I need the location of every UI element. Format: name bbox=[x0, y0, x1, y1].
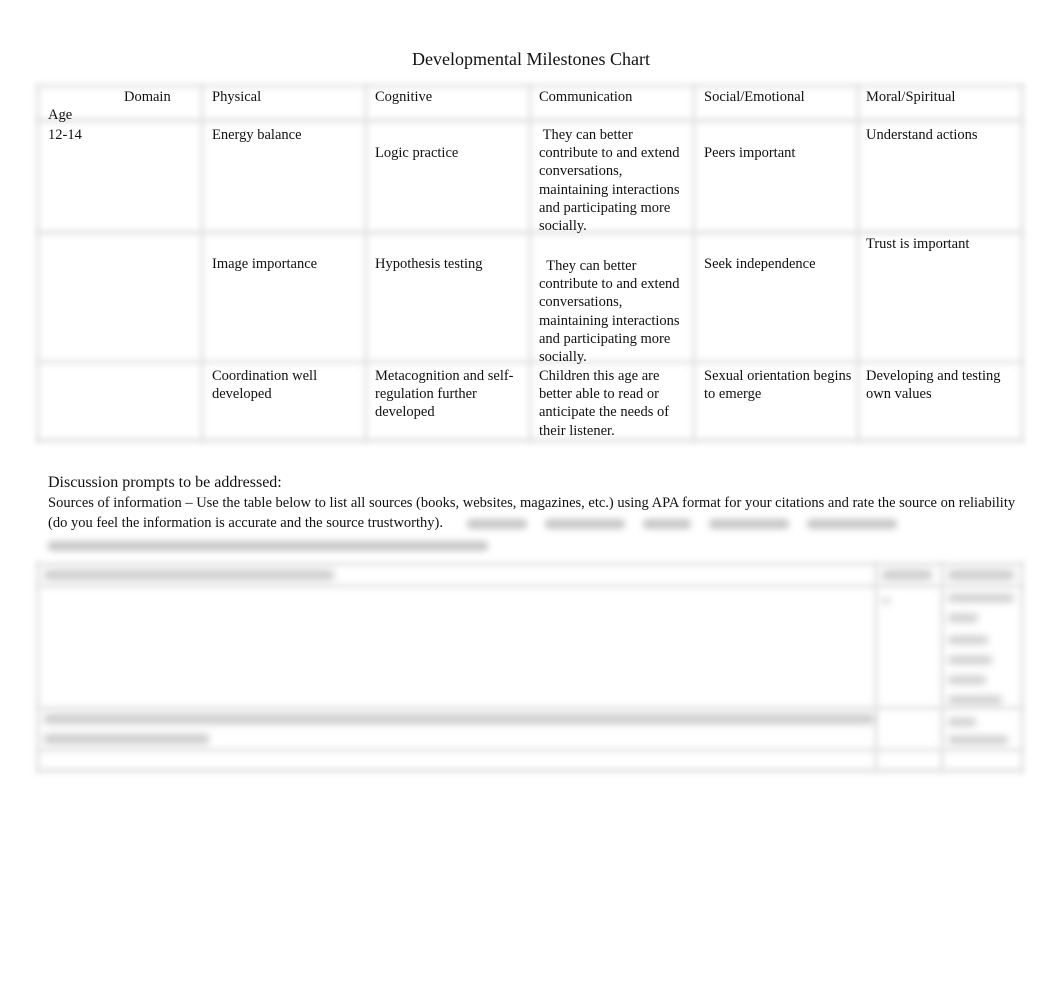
col-divider bbox=[692, 84, 696, 442]
blurred-notes-text bbox=[948, 656, 992, 664]
row3-cognitive: Metacognition and self-regulation furthe… bbox=[375, 368, 514, 421]
blurred-text bbox=[466, 518, 527, 529]
blurred-notes-text bbox=[948, 736, 1008, 744]
table-border-right bbox=[1020, 84, 1024, 442]
row2-cognitive: Hypothesis testing bbox=[375, 256, 483, 272]
blurred-notes-text bbox=[948, 696, 1002, 704]
discussion-heading: Discussion prompts to be addressed: bbox=[48, 474, 282, 491]
col-divider bbox=[364, 84, 368, 442]
table-border-left bbox=[36, 84, 40, 442]
header-age-label: Age bbox=[48, 107, 73, 123]
blurred-header-notes bbox=[948, 570, 1014, 580]
milestones-table: Domain Age Physical Cognitive Communicat… bbox=[36, 84, 1024, 444]
blurred-notes-text bbox=[948, 594, 1014, 602]
row3-communication: Children this age are better able to rea… bbox=[539, 368, 673, 439]
col-divider bbox=[528, 84, 532, 442]
blurred-rating-mark bbox=[882, 598, 890, 604]
blurred-text bbox=[806, 518, 897, 529]
row2-moral-spiritual: Trust is important bbox=[866, 236, 970, 252]
col-divider bbox=[856, 84, 860, 442]
header-cognitive: Cognitive bbox=[375, 89, 433, 105]
header-moral-spiritual: Moral/Spiritual bbox=[866, 89, 956, 105]
blurred-notes-text bbox=[948, 614, 978, 622]
row3-physical: Coordination well developed bbox=[212, 368, 321, 403]
row1-cognitive: Logic practice bbox=[375, 145, 459, 161]
header-physical: Physical bbox=[212, 89, 262, 105]
row2-social-emotional: Seek independence bbox=[704, 256, 816, 272]
discussion-section: Discussion prompts to be addressed: Sour… bbox=[48, 472, 1038, 553]
blurred-text bbox=[708, 518, 789, 529]
header-communication: Communication bbox=[539, 89, 633, 105]
blurred-citation-text bbox=[44, 714, 874, 724]
blurred-text bbox=[48, 540, 488, 551]
blurred-notes-text bbox=[948, 718, 976, 726]
blurred-header-rating bbox=[882, 570, 932, 580]
document-title: Developmental Milestones Chart bbox=[412, 49, 650, 69]
row1-moral-spiritual: Understand actions bbox=[866, 127, 978, 143]
sources-table bbox=[36, 562, 1024, 774]
table-border-right bbox=[1020, 562, 1024, 772]
row2-communication: They can better contribute to and extend… bbox=[539, 258, 684, 366]
row1-social-emotional: Peers important bbox=[704, 145, 796, 161]
header-domain-label: Domain bbox=[124, 89, 171, 105]
header-social-emotional: Social/Emotional bbox=[704, 89, 805, 105]
row1-physical: Energy balance bbox=[212, 127, 302, 143]
col-divider bbox=[200, 84, 204, 442]
row3-moral-spiritual: Developing and testing own values bbox=[866, 368, 1005, 403]
blurred-notes-text bbox=[948, 636, 988, 644]
row1-age: 12-14 bbox=[48, 127, 82, 143]
col-divider bbox=[874, 562, 878, 772]
blurred-header-source bbox=[44, 570, 334, 580]
table-border-left bbox=[36, 562, 40, 772]
sources-instructions: Sources of information – Use the table b… bbox=[48, 493, 1038, 553]
row3-social-emotional: Sexual orientation begins to emerge bbox=[704, 368, 856, 403]
blurred-notes-text bbox=[948, 676, 986, 684]
col-divider bbox=[940, 562, 944, 772]
row1-communication: They can better contribute to and extend… bbox=[539, 127, 684, 235]
row2-physical: Image importance bbox=[212, 256, 318, 272]
blurred-text bbox=[544, 518, 625, 529]
blurred-text bbox=[642, 518, 691, 529]
blurred-citation-text bbox=[44, 734, 209, 744]
